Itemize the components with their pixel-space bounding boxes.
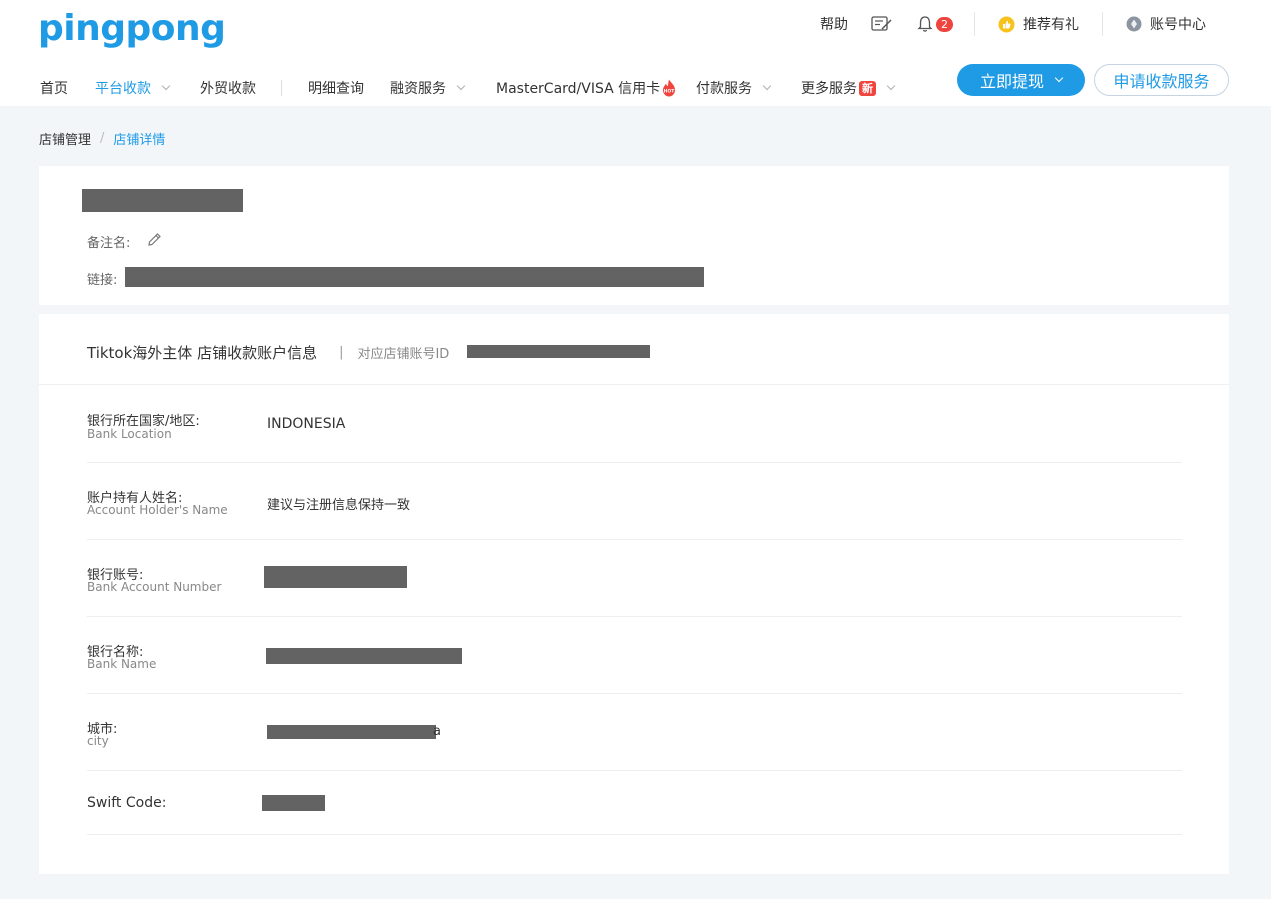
redacted-store-name	[82, 189, 243, 212]
notification-count-badge: 2	[936, 16, 953, 32]
nav-divider	[281, 80, 282, 96]
header-divider	[974, 12, 975, 36]
withdraw-button-label: 立即提现	[979, 72, 1044, 91]
breadcrumb: 店铺管理 / 店铺详情	[39, 129, 165, 148]
nav-more[interactable]: 更多服务 新	[801, 78, 896, 98]
hot-badge: HOT	[664, 89, 676, 95]
nav-payment[interactable]: 付款服务	[696, 78, 772, 98]
new-badge: 新	[859, 80, 876, 96]
city-value-visible: a	[433, 724, 441, 739]
city-row: 城市: city a	[87, 694, 1182, 771]
bank-name-sublabel: Bank Name	[87, 657, 157, 671]
bank-name-row: 银行名称: Bank Name	[87, 617, 1182, 694]
nav-details-label: 明细查询	[308, 81, 364, 97]
help-label: 帮助	[820, 17, 848, 33]
account-holder-row: 账户持有人姓名: Account Holder's Name 建议与注册信息保持…	[87, 463, 1182, 540]
chevron-down-icon	[161, 81, 171, 91]
chevron-down-icon	[762, 81, 772, 91]
nav-credit-card-label: MasterCard/VISA 信用卡	[496, 81, 661, 97]
bank-location-sublabel: Bank Location	[87, 427, 172, 441]
account-number-sublabel: Bank Account Number	[87, 580, 222, 594]
referral-label: 推荐有礼	[1023, 17, 1079, 33]
pingpong-logo[interactable]: pingpong	[38, 8, 226, 49]
breadcrumb-store-details: 店铺详情	[113, 133, 166, 148]
breadcrumb-store-management[interactable]: 店铺管理	[39, 129, 91, 148]
thumbs-up-icon	[998, 16, 1015, 32]
chevron-down-icon	[456, 81, 466, 91]
notification-button[interactable]: 2	[916, 0, 953, 48]
nav-trade-collection-label: 外贸收款	[200, 81, 256, 97]
account-center-label: 账号中心	[1150, 17, 1206, 33]
user-avatar-icon	[1126, 16, 1142, 32]
nav-platform-collection[interactable]: 平台收款	[95, 78, 171, 98]
redacted-city	[267, 725, 436, 739]
referral-link[interactable]: 推荐有礼	[998, 0, 1079, 48]
nav-payment-label: 付款服务	[696, 81, 752, 97]
account-holder-value: 建议与注册信息保持一致	[267, 498, 411, 513]
chevron-down-icon	[1054, 73, 1064, 83]
bank-location-row: 银行所在国家/地区: Bank Location INDONESIA	[87, 385, 1182, 463]
apply-collection-button[interactable]: 申请收款服务	[1094, 64, 1229, 96]
title-divider: |	[339, 345, 344, 360]
withdraw-button[interactable]: 立即提现	[957, 64, 1085, 96]
edit-note-icon	[871, 16, 892, 31]
swift-code-label: Swift Code:	[87, 795, 167, 811]
edit-remark-button[interactable]	[147, 232, 162, 251]
chevron-down-icon	[886, 81, 896, 91]
link-label: 链接:	[87, 273, 118, 288]
swift-code-row: Swift Code:	[87, 771, 1182, 835]
nav-more-label: 更多服务	[801, 81, 857, 97]
account-center-link[interactable]: 账号中心	[1126, 0, 1206, 48]
edit-icon-button[interactable]	[871, 0, 893, 48]
account-holder-sublabel: Account Holder's Name	[87, 503, 228, 517]
nav-financing[interactable]: 融资服务	[390, 78, 466, 98]
city-sublabel: city	[87, 734, 109, 748]
nav-home-label: 首页	[40, 81, 68, 97]
bank-location-value: INDONESIA	[267, 416, 346, 432]
top-header: pingpong 帮助 2 推荐有礼 账号中心 首页 平台收款 外贸收款 明细查…	[0, 0, 1271, 106]
store-info-card: 备注名: 链接:	[39, 166, 1229, 305]
account-info-title: Tiktok海外主体 店铺收款账户信息	[87, 344, 318, 362]
nav-home[interactable]: 首页	[40, 78, 68, 98]
nav-details[interactable]: 明细查询	[308, 78, 364, 98]
nav-financing-label: 融资服务	[390, 81, 446, 97]
account-info-header: Tiktok海外主体 店铺收款账户信息 | 对应店铺账号ID	[87, 342, 449, 363]
redacted-account-number	[264, 566, 407, 588]
nav-credit-card[interactable]: MasterCard/VISA 信用卡 HOT	[496, 78, 676, 98]
account-number-row: 银行账号: Bank Account Number	[87, 540, 1182, 617]
header-divider	[1102, 12, 1103, 36]
help-link[interactable]: 帮助	[820, 0, 848, 48]
bell-icon	[917, 16, 933, 32]
redacted-store-id	[467, 345, 650, 358]
nav-trade-collection[interactable]: 外贸收款	[200, 78, 256, 98]
redacted-bank-name	[266, 648, 462, 664]
redacted-store-link	[125, 267, 704, 287]
redacted-swift-code	[262, 795, 325, 811]
hot-flame-icon: HOT	[662, 79, 676, 97]
nav-platform-collection-label: 平台收款	[95, 81, 151, 97]
account-info-card: Tiktok海外主体 店铺收款账户信息 | 对应店铺账号ID 银行所在国家/地区…	[39, 314, 1229, 874]
remark-label: 备注名:	[87, 236, 131, 251]
pencil-icon	[148, 233, 161, 246]
store-id-label: 对应店铺账号ID	[357, 347, 450, 362]
breadcrumb-separator: /	[100, 131, 105, 146]
apply-collection-label: 申请收款服务	[1113, 72, 1210, 91]
